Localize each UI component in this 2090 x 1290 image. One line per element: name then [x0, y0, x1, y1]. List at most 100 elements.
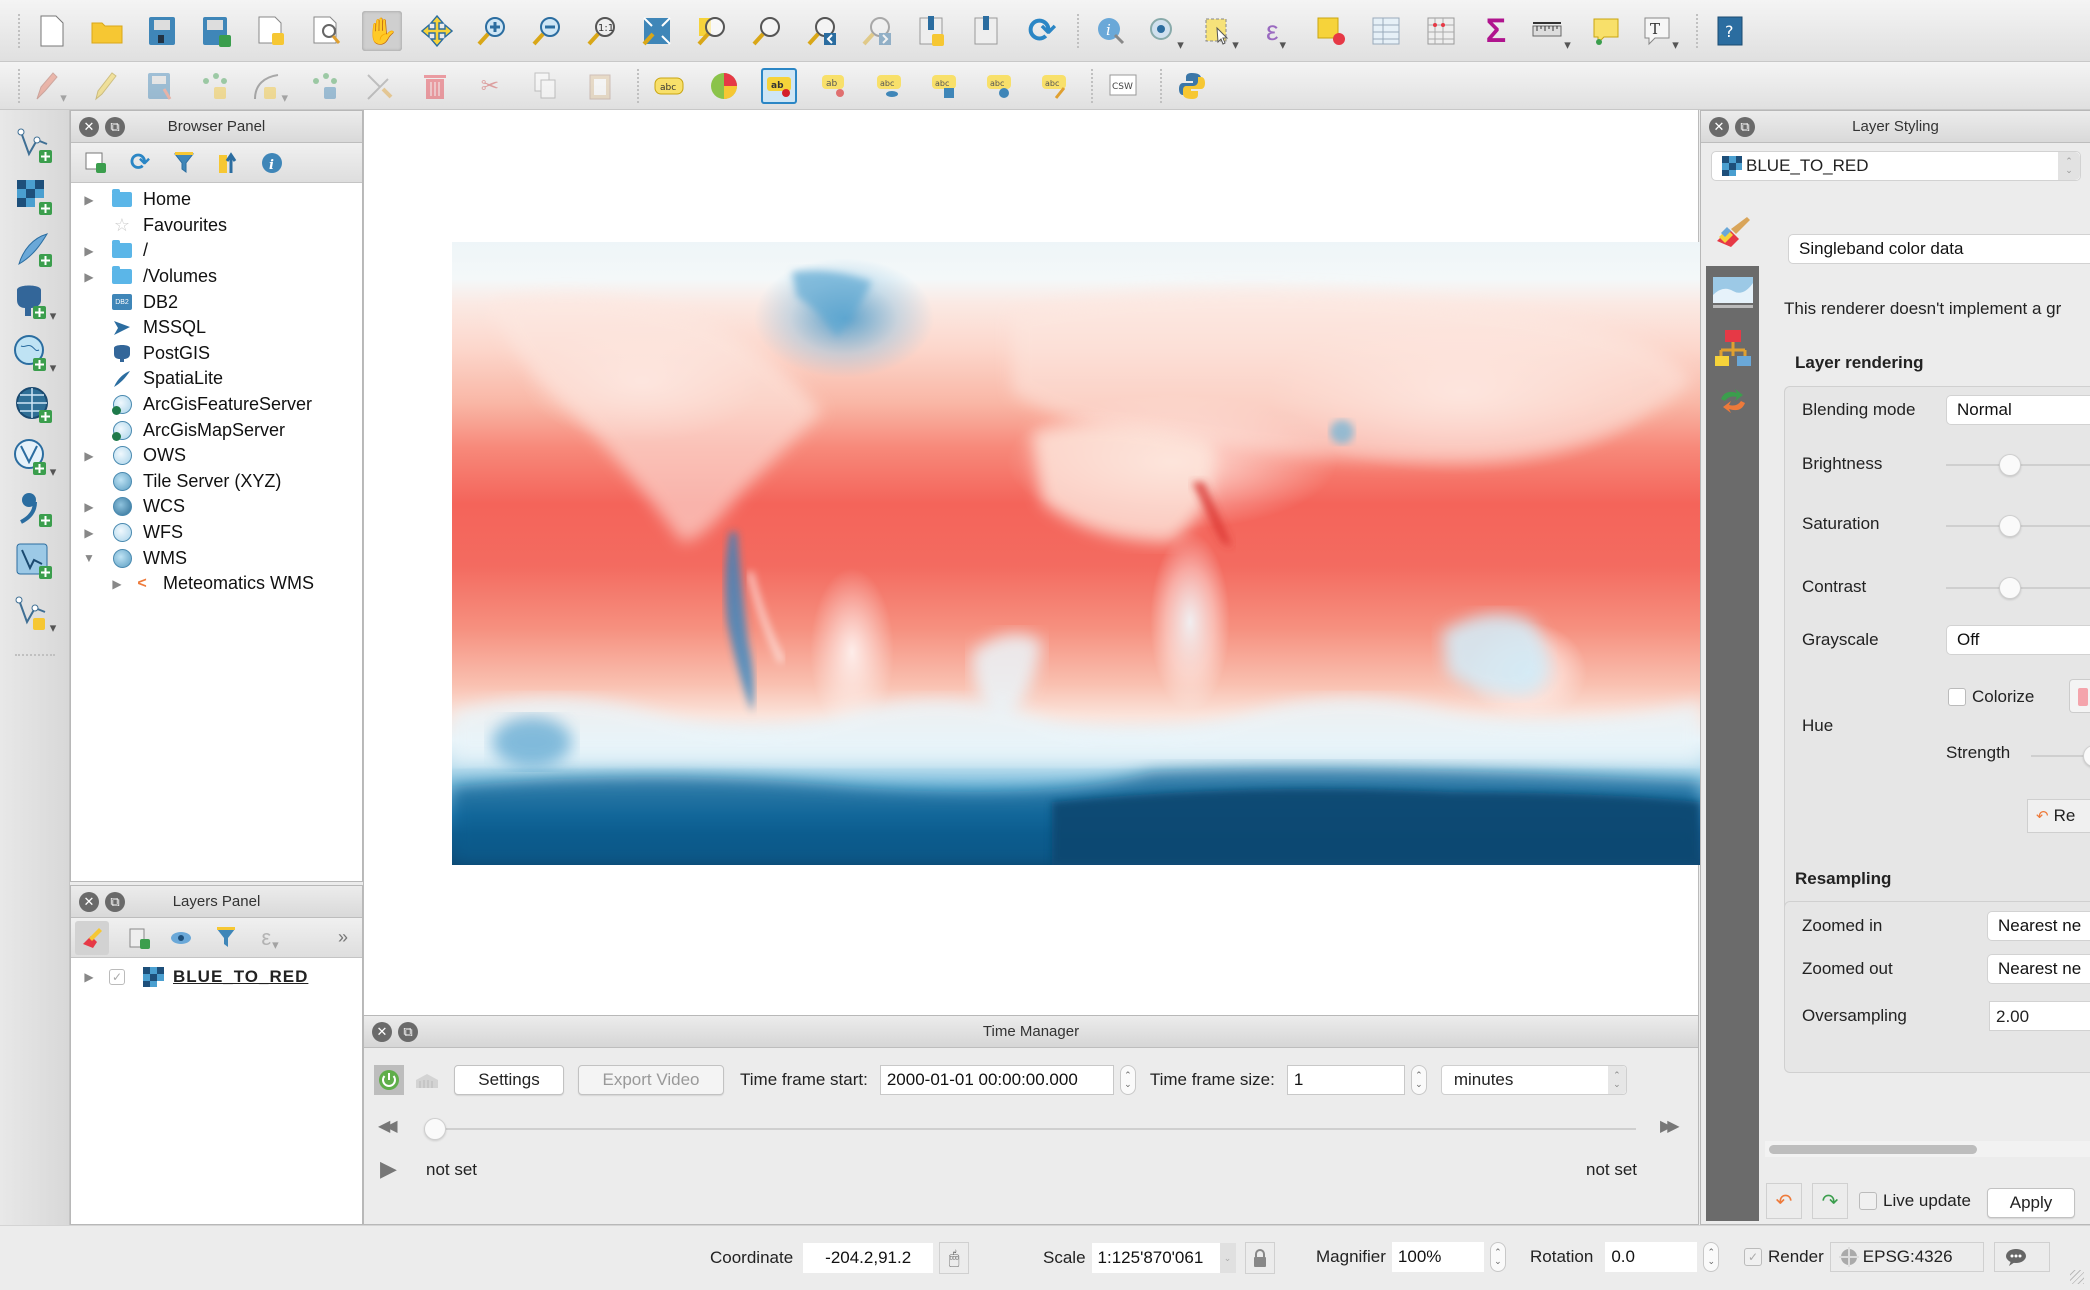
- saturation-slider-thumb[interactable]: [1999, 515, 2021, 537]
- contrast-slider-thumb[interactable]: [1999, 577, 2021, 599]
- browser-tree-item[interactable]: ArcGisFeatureServer: [71, 392, 362, 418]
- float-icon[interactable]: ⧉: [1735, 116, 1755, 137]
- export-video-button[interactable]: Export Video: [578, 1065, 724, 1095]
- zoom-to-layer-icon[interactable]: [747, 11, 787, 51]
- redo-style-button[interactable]: ↷: [1812, 1183, 1848, 1219]
- renderer-type-select[interactable]: Singleband color data: [1788, 234, 2090, 264]
- saturation-slider[interactable]: [1946, 515, 2090, 537]
- zoom-next-icon[interactable]: [857, 11, 897, 51]
- float-icon[interactable]: ⧉: [398, 1021, 418, 1042]
- time-manager-power-toggle[interactable]: [374, 1065, 404, 1095]
- scale-field[interactable]: 1:125'870'061: [1091, 1243, 1220, 1273]
- time-slider-thumb[interactable]: [424, 1118, 446, 1140]
- rotate-label-icon[interactable]: abc: [981, 68, 1017, 104]
- text-annotation-icon[interactable]: T: [1641, 11, 1681, 51]
- colorize-color-button[interactable]: [2069, 679, 2090, 713]
- horizontal-scrollbar[interactable]: [1765, 1141, 2090, 1157]
- move-feature-icon[interactable]: [307, 68, 343, 104]
- collapsed-arrow-icon[interactable]: ▶: [81, 500, 97, 514]
- save-project-as-icon[interactable]: [197, 11, 237, 51]
- python-console-icon[interactable]: [1174, 68, 1210, 104]
- toggle-extents-button[interactable]: 🖱: [939, 1242, 970, 1274]
- browser-tree-item[interactable]: ArcGisMapServer: [71, 417, 362, 443]
- add-wms-layer-icon[interactable]: [12, 334, 58, 374]
- help-icon[interactable]: ?: [1710, 11, 1750, 51]
- apply-button[interactable]: Apply: [1987, 1188, 2075, 1218]
- refresh-icon[interactable]: ⟳: [1022, 11, 1062, 51]
- collapsed-arrow-icon[interactable]: ▶: [109, 577, 125, 591]
- layer-tree-item[interactable]: ▶ ✓ BLUE_TO_RED: [71, 964, 362, 990]
- collapsed-arrow-icon[interactable]: ▶: [81, 270, 97, 284]
- time-frame-size-field[interactable]: 1: [1286, 1065, 1405, 1095]
- save-project-icon[interactable]: [142, 11, 182, 51]
- show-bookmarks-icon[interactable]: [967, 11, 1007, 51]
- highlight-pinned-labels-icon[interactable]: ab: [816, 68, 852, 104]
- magnifier-field[interactable]: 100%: [1391, 1242, 1484, 1272]
- new-project-icon[interactable]: [32, 11, 72, 51]
- layer-styling-titlebar[interactable]: ✕ ⧉ Layer Styling: [1701, 111, 2090, 143]
- add-vector-layer-icon[interactable]: [12, 126, 58, 166]
- zoom-out-icon[interactable]: [527, 11, 567, 51]
- blending-mode-select[interactable]: Normal: [1946, 395, 2090, 425]
- time-manager-titlebar[interactable]: ✕ ⧉ Time Manager: [364, 1016, 1698, 1048]
- browser-tree-item[interactable]: ▶ /: [71, 238, 362, 264]
- layer-visibility-checkbox[interactable]: ✓: [109, 969, 125, 985]
- toolbar-handle[interactable]: [14, 654, 55, 656]
- properties-icon[interactable]: i: [257, 148, 287, 178]
- add-group-icon[interactable]: [123, 923, 153, 953]
- refresh-icon[interactable]: ⟳: [125, 148, 155, 178]
- archaeology-icon[interactable]: [414, 1070, 440, 1090]
- attribute-table-icon[interactable]: [1366, 11, 1406, 51]
- move-label-icon[interactable]: abc: [926, 68, 962, 104]
- time-frame-start-field[interactable]: 2000-01-01 00:00:00.000: [879, 1065, 1114, 1095]
- collapsed-arrow-icon[interactable]: ▶: [81, 244, 97, 258]
- zoom-to-selection-icon[interactable]: [692, 11, 732, 51]
- select-by-expression-icon[interactable]: ε: [1256, 11, 1296, 51]
- paste-features-icon[interactable]: [582, 68, 618, 104]
- strength-slider[interactable]: [2031, 745, 2090, 767]
- node-tool-icon[interactable]: [362, 68, 398, 104]
- layers-panel-titlebar[interactable]: ✕ ⧉ Layers Panel: [71, 886, 362, 918]
- grayscale-select[interactable]: Off: [1946, 625, 2090, 655]
- deselect-all-icon[interactable]: [1311, 11, 1351, 51]
- filter-icon[interactable]: [169, 148, 199, 178]
- settings-button[interactable]: Settings: [454, 1065, 564, 1095]
- save-layer-edits-icon[interactable]: [142, 68, 178, 104]
- diagram-options-icon[interactable]: [706, 68, 742, 104]
- add-feature-icon[interactable]: [197, 68, 233, 104]
- contrast-slider[interactable]: [1946, 577, 2090, 599]
- change-label-icon[interactable]: abc: [1036, 68, 1072, 104]
- zoom-in-icon[interactable]: [472, 11, 512, 51]
- tab-transparency-histogram[interactable]: [1711, 271, 1755, 315]
- browser-tree-item[interactable]: PostGIS: [71, 341, 362, 367]
- resize-grip-icon[interactable]: [2070, 1270, 2084, 1284]
- float-icon[interactable]: ⧉: [105, 891, 125, 912]
- messages-button[interactable]: [1993, 1242, 2050, 1272]
- lock-scale-button[interactable]: [1244, 1242, 1275, 1274]
- undo-style-button[interactable]: ↶: [1766, 1183, 1802, 1219]
- add-spatialite-layer-icon[interactable]: [12, 230, 58, 270]
- current-edits-icon[interactable]: [32, 68, 68, 104]
- browser-tree-item[interactable]: ▶ Home: [71, 187, 362, 213]
- expanded-arrow-icon[interactable]: ▼: [81, 551, 97, 565]
- toggle-editing-icon[interactable]: [87, 68, 123, 104]
- browser-tree-item[interactable]: ▶ OWS: [71, 443, 362, 469]
- add-wcs-layer-icon[interactable]: [12, 386, 58, 426]
- crs-button[interactable]: EPSG:4326: [1829, 1242, 1984, 1272]
- browser-tree-item[interactable]: ▶ WCS: [71, 494, 362, 520]
- rotation-stepper[interactable]: ⌃ ⌄: [1703, 1242, 1720, 1272]
- add-selected-layers-icon[interactable]: [81, 148, 111, 178]
- new-bookmark-icon[interactable]: [912, 11, 952, 51]
- statistical-summary-icon[interactable]: Σ: [1476, 11, 1516, 51]
- colorize-checkbox[interactable]: Colorize: [1948, 687, 2034, 707]
- close-icon[interactable]: ✕: [372, 1021, 392, 1042]
- map-tips-icon[interactable]: [1586, 11, 1626, 51]
- close-icon[interactable]: ✕: [1709, 116, 1729, 137]
- filter-legend-icon[interactable]: [211, 923, 241, 953]
- magnifier-stepper[interactable]: ⌃ ⌄: [1489, 1242, 1506, 1272]
- fast-forward-icon[interactable]: ▶▶: [1660, 1116, 1679, 1136]
- collapsed-arrow-icon[interactable]: ▶: [81, 970, 97, 984]
- tab-history[interactable]: [1711, 379, 1755, 423]
- filter-by-expression-icon[interactable]: ε: [255, 923, 285, 953]
- open-project-icon[interactable]: [87, 11, 127, 51]
